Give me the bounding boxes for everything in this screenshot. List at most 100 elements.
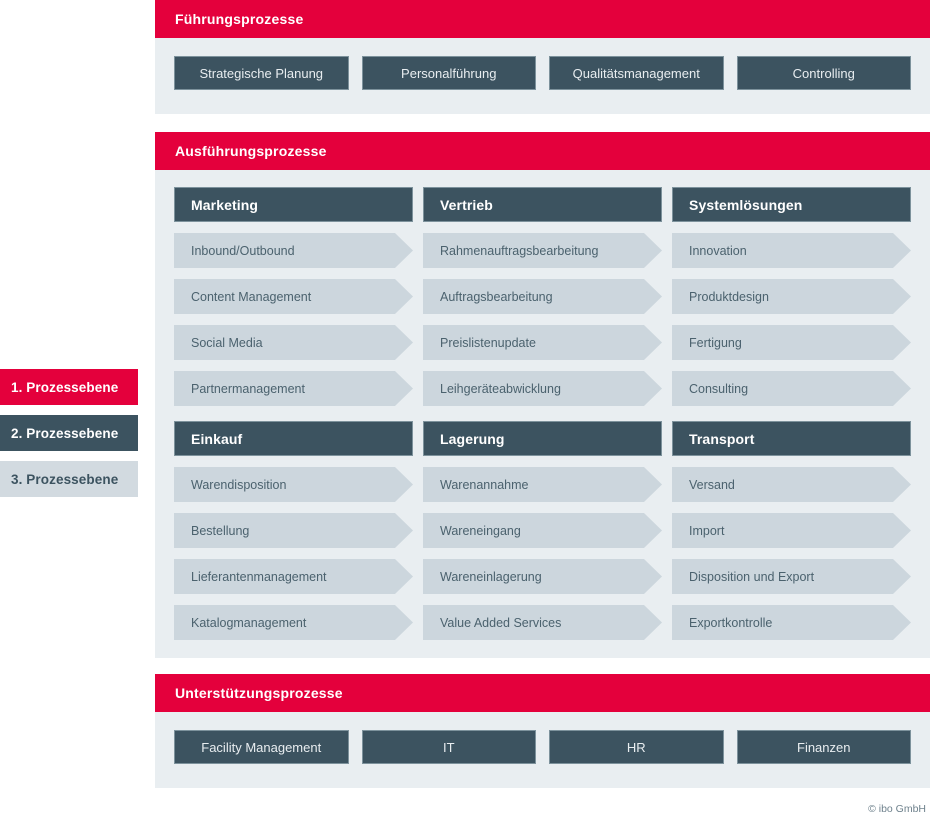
process-group-lagerung: Lagerung Warenannahme Wareneingang Waren… xyxy=(423,421,662,640)
process-box-label: Personalführung xyxy=(401,65,497,81)
process-step[interactable]: Warenannahme xyxy=(423,467,662,502)
process-group-row: Marketing Inbound/Outbound Content Manag… xyxy=(174,187,911,406)
process-step[interactable]: Fertigung xyxy=(672,325,911,360)
band-spacer xyxy=(155,658,930,674)
process-step-label: Bestellung xyxy=(191,523,250,538)
process-group-header[interactable]: Marketing xyxy=(174,187,413,222)
process-level-legend: 1. Prozessebene 2. Prozessebene 3. Proze… xyxy=(0,369,138,507)
process-step-label: Katalogmanagement xyxy=(191,615,307,630)
process-step[interactable]: Wareneingang xyxy=(423,513,662,548)
process-group-transport: Transport Versand Import Disposition und… xyxy=(672,421,911,640)
process-step-label: Inbound/Outbound xyxy=(191,243,295,258)
band-body-leadership: Strategische Planung Personalführung Qua… xyxy=(155,38,930,114)
process-step[interactable]: Leihgeräteabwicklung xyxy=(423,371,662,406)
band-title-leadership: Führungsprozesse xyxy=(155,0,930,38)
process-step-label: Exportkontrolle xyxy=(689,615,773,630)
process-box-label: IT xyxy=(442,739,455,755)
process-step[interactable]: Partnermanagement xyxy=(174,371,413,406)
process-box-label: Facility Management xyxy=(201,739,322,755)
process-step[interactable]: Katalogmanagement xyxy=(174,605,413,640)
process-step[interactable]: Social Media xyxy=(174,325,413,360)
process-step-list: Warendisposition Bestellung Lieferantenm… xyxy=(174,467,413,640)
process-step-label: Fertigung xyxy=(689,335,742,350)
process-group-header[interactable]: Transport xyxy=(672,421,911,456)
process-map: 1. Prozessebene 2. Prozessebene 3. Proze… xyxy=(0,0,930,820)
legend-item-level-3: 3. Prozessebene xyxy=(0,461,138,497)
process-step[interactable]: Wareneinlagerung xyxy=(423,559,662,594)
legend-item-level-1: 1. Prozessebene xyxy=(0,369,138,405)
process-box[interactable]: Qualitätsmanagement xyxy=(549,56,724,90)
process-step-label: Leihgeräteabwicklung xyxy=(440,381,561,396)
process-group-title: Einkauf xyxy=(191,430,243,447)
process-step-label: Versand xyxy=(689,477,735,492)
process-step[interactable]: Consulting xyxy=(672,371,911,406)
process-step[interactable]: Auftragsbearbeitung xyxy=(423,279,662,314)
process-step-label: Social Media xyxy=(191,335,263,350)
process-step[interactable]: Disposition und Export xyxy=(672,559,911,594)
process-group-header[interactable]: Einkauf xyxy=(174,421,413,456)
process-box[interactable]: Personalführung xyxy=(361,56,536,90)
process-step[interactable]: Rahmenauftragsbearbeitung xyxy=(423,233,662,268)
process-step[interactable]: Preislistenupdate xyxy=(423,325,662,360)
process-group-vertrieb: Vertrieb Rahmenauftragsbearbeitung Auftr… xyxy=(423,187,662,406)
process-group-title: Marketing xyxy=(191,196,259,213)
legend-item-label: 3. Prozessebene xyxy=(11,471,119,487)
process-group-title: Systemlösungen xyxy=(689,196,803,213)
process-step[interactable]: Import xyxy=(672,513,911,548)
process-box[interactable]: Facility Management xyxy=(174,730,349,764)
process-step-label: Produktdesign xyxy=(689,289,769,304)
band-title-label: Ausführungsprozesse xyxy=(175,143,327,159)
process-step-label: Content Management xyxy=(191,289,312,304)
process-step[interactable]: Produktdesign xyxy=(672,279,911,314)
process-step[interactable]: Content Management xyxy=(174,279,413,314)
process-group-einkauf: Einkauf Warendisposition Bestellung Lief… xyxy=(174,421,413,640)
process-step[interactable]: Bestellung xyxy=(174,513,413,548)
process-box-label: Finanzen xyxy=(797,739,851,755)
process-step[interactable]: Innovation xyxy=(672,233,911,268)
band-body-support: Facility Management IT HR Finanzen xyxy=(155,712,930,788)
process-step[interactable]: Inbound/Outbound xyxy=(174,233,413,268)
legend-item-label: 2. Prozessebene xyxy=(11,425,119,441)
process-step-label: Auftragsbearbeitung xyxy=(440,289,553,304)
process-step-label: Wareneingang xyxy=(440,523,521,538)
process-group-title: Lagerung xyxy=(440,430,505,447)
band-title-support: Unterstützungsprozesse xyxy=(155,674,930,712)
process-box-label: HR xyxy=(626,739,646,755)
process-group-title: Vertrieb xyxy=(440,196,493,213)
process-group-marketing: Marketing Inbound/Outbound Content Manag… xyxy=(174,187,413,406)
band-spacer xyxy=(155,114,930,132)
process-step-label: Preislistenupdate xyxy=(440,335,536,350)
band-leadership: Führungsprozesse Strategische Planung Pe… xyxy=(155,0,930,114)
process-step-list: Innovation Produktdesign Fertigung Consu… xyxy=(672,233,911,406)
process-step-label: Consulting xyxy=(689,381,749,396)
process-step[interactable]: Value Added Services xyxy=(423,605,662,640)
process-box[interactable]: HR xyxy=(549,730,724,764)
process-step-label: Import xyxy=(689,523,725,538)
process-step-label: Partnermanagement xyxy=(191,381,305,396)
process-step-label: Value Added Services xyxy=(440,615,562,630)
process-box[interactable]: Finanzen xyxy=(736,730,911,764)
process-group-header[interactable]: Vertrieb xyxy=(423,187,662,222)
process-step[interactable]: Warendisposition xyxy=(174,467,413,502)
band-execution: Ausführungsprozesse Marketing Inbound/Ou… xyxy=(155,132,930,658)
band-body-execution: Marketing Inbound/Outbound Content Manag… xyxy=(155,170,930,658)
process-group-header[interactable]: Lagerung xyxy=(423,421,662,456)
process-group-row: Einkauf Warendisposition Bestellung Lief… xyxy=(174,421,911,640)
process-board: Führungsprozesse Strategische Planung Pe… xyxy=(155,0,930,788)
process-group-header[interactable]: Systemlösungen xyxy=(672,187,911,222)
process-step-label: Rahmenauftragsbearbeitung xyxy=(440,243,599,258)
process-step[interactable]: Versand xyxy=(672,467,911,502)
process-step[interactable]: Lieferantenmanagement xyxy=(174,559,413,594)
process-step-list: Rahmenauftragsbearbeitung Auftragsbearbe… xyxy=(423,233,662,406)
process-step-label: Disposition und Export xyxy=(689,569,815,584)
process-group-title: Transport xyxy=(689,430,755,447)
band-support: Unterstützungsprozesse Facility Manageme… xyxy=(155,674,930,788)
process-step[interactable]: Exportkontrolle xyxy=(672,605,911,640)
process-step-list: Versand Import Disposition und Export Ex… xyxy=(672,467,911,640)
copyright-note: © ibo GmbH xyxy=(868,803,926,815)
process-step-list: Inbound/Outbound Content Management Soci… xyxy=(174,233,413,406)
process-box[interactable]: Strategische Planung xyxy=(174,56,349,90)
process-box[interactable]: Controlling xyxy=(736,56,911,90)
process-box-label: Controlling xyxy=(792,65,855,81)
process-box[interactable]: IT xyxy=(361,730,536,764)
